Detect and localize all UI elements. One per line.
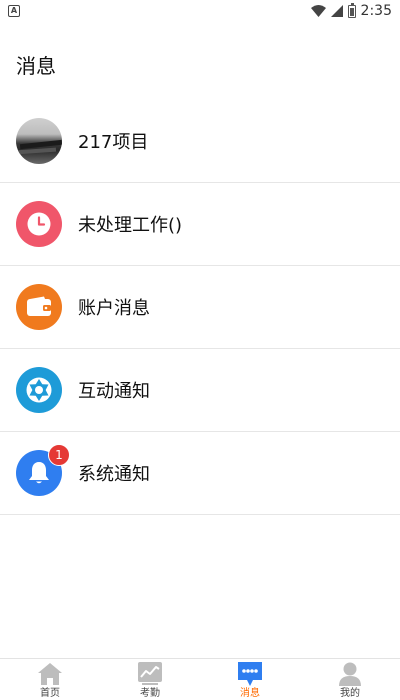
list-item-label: 系统通知 bbox=[78, 464, 150, 485]
tab-messages[interactable]: 消息 bbox=[200, 659, 300, 700]
list-item-interaction[interactable]: 互动通知 bbox=[0, 349, 400, 432]
bottom-tab-bar: 首页 考勤 消息 我的 bbox=[0, 658, 400, 700]
signal-icon bbox=[330, 5, 343, 17]
chart-icon bbox=[138, 661, 162, 687]
status-time: 2:35 bbox=[360, 3, 392, 19]
notification-icon: A bbox=[8, 5, 20, 17]
bell-icon: 1 bbox=[16, 444, 70, 496]
tab-attendance[interactable]: 考勤 bbox=[100, 659, 200, 700]
aperture-icon bbox=[16, 367, 62, 413]
battery-icon bbox=[347, 2, 356, 18]
unread-badge: 1 bbox=[48, 444, 70, 466]
page-title: 消息 bbox=[16, 54, 56, 78]
list-item-label: 账户消息 bbox=[78, 298, 150, 319]
messages-screen: A 2:35 消息 217项目 未处理工作() 账户消息 互动通知 1 系统通知… bbox=[0, 0, 400, 700]
list-item-label: 互动通知 bbox=[78, 381, 150, 402]
list-item-system[interactable]: 1 系统通知 bbox=[0, 432, 400, 515]
list-item-project[interactable]: 217项目 bbox=[0, 100, 400, 183]
tab-home[interactable]: 首页 bbox=[0, 659, 100, 700]
person-icon bbox=[338, 661, 362, 687]
tab-label: 考勤 bbox=[140, 688, 160, 699]
tab-label: 消息 bbox=[240, 688, 260, 699]
list-item-account[interactable]: 账户消息 bbox=[0, 266, 400, 349]
status-right: 2:35 bbox=[310, 2, 392, 19]
message-list: 217项目 未处理工作() 账户消息 互动通知 1 系统通知 bbox=[0, 100, 400, 515]
home-icon bbox=[37, 661, 63, 687]
status-left: A bbox=[8, 5, 20, 17]
wifi-icon bbox=[310, 5, 326, 17]
wallet-icon bbox=[16, 284, 62, 330]
list-item-pending-work[interactable]: 未处理工作() bbox=[0, 183, 400, 266]
tab-label: 我的 bbox=[340, 688, 360, 699]
project-photo-avatar bbox=[16, 118, 62, 164]
clock-icon bbox=[16, 201, 62, 247]
status-bar: A 2:35 bbox=[0, 0, 400, 22]
tab-label: 首页 bbox=[40, 688, 60, 699]
list-item-label: 未处理工作() bbox=[78, 215, 183, 236]
list-item-label: 217项目 bbox=[78, 132, 149, 153]
chat-icon bbox=[237, 661, 263, 687]
tab-profile[interactable]: 我的 bbox=[300, 659, 400, 700]
